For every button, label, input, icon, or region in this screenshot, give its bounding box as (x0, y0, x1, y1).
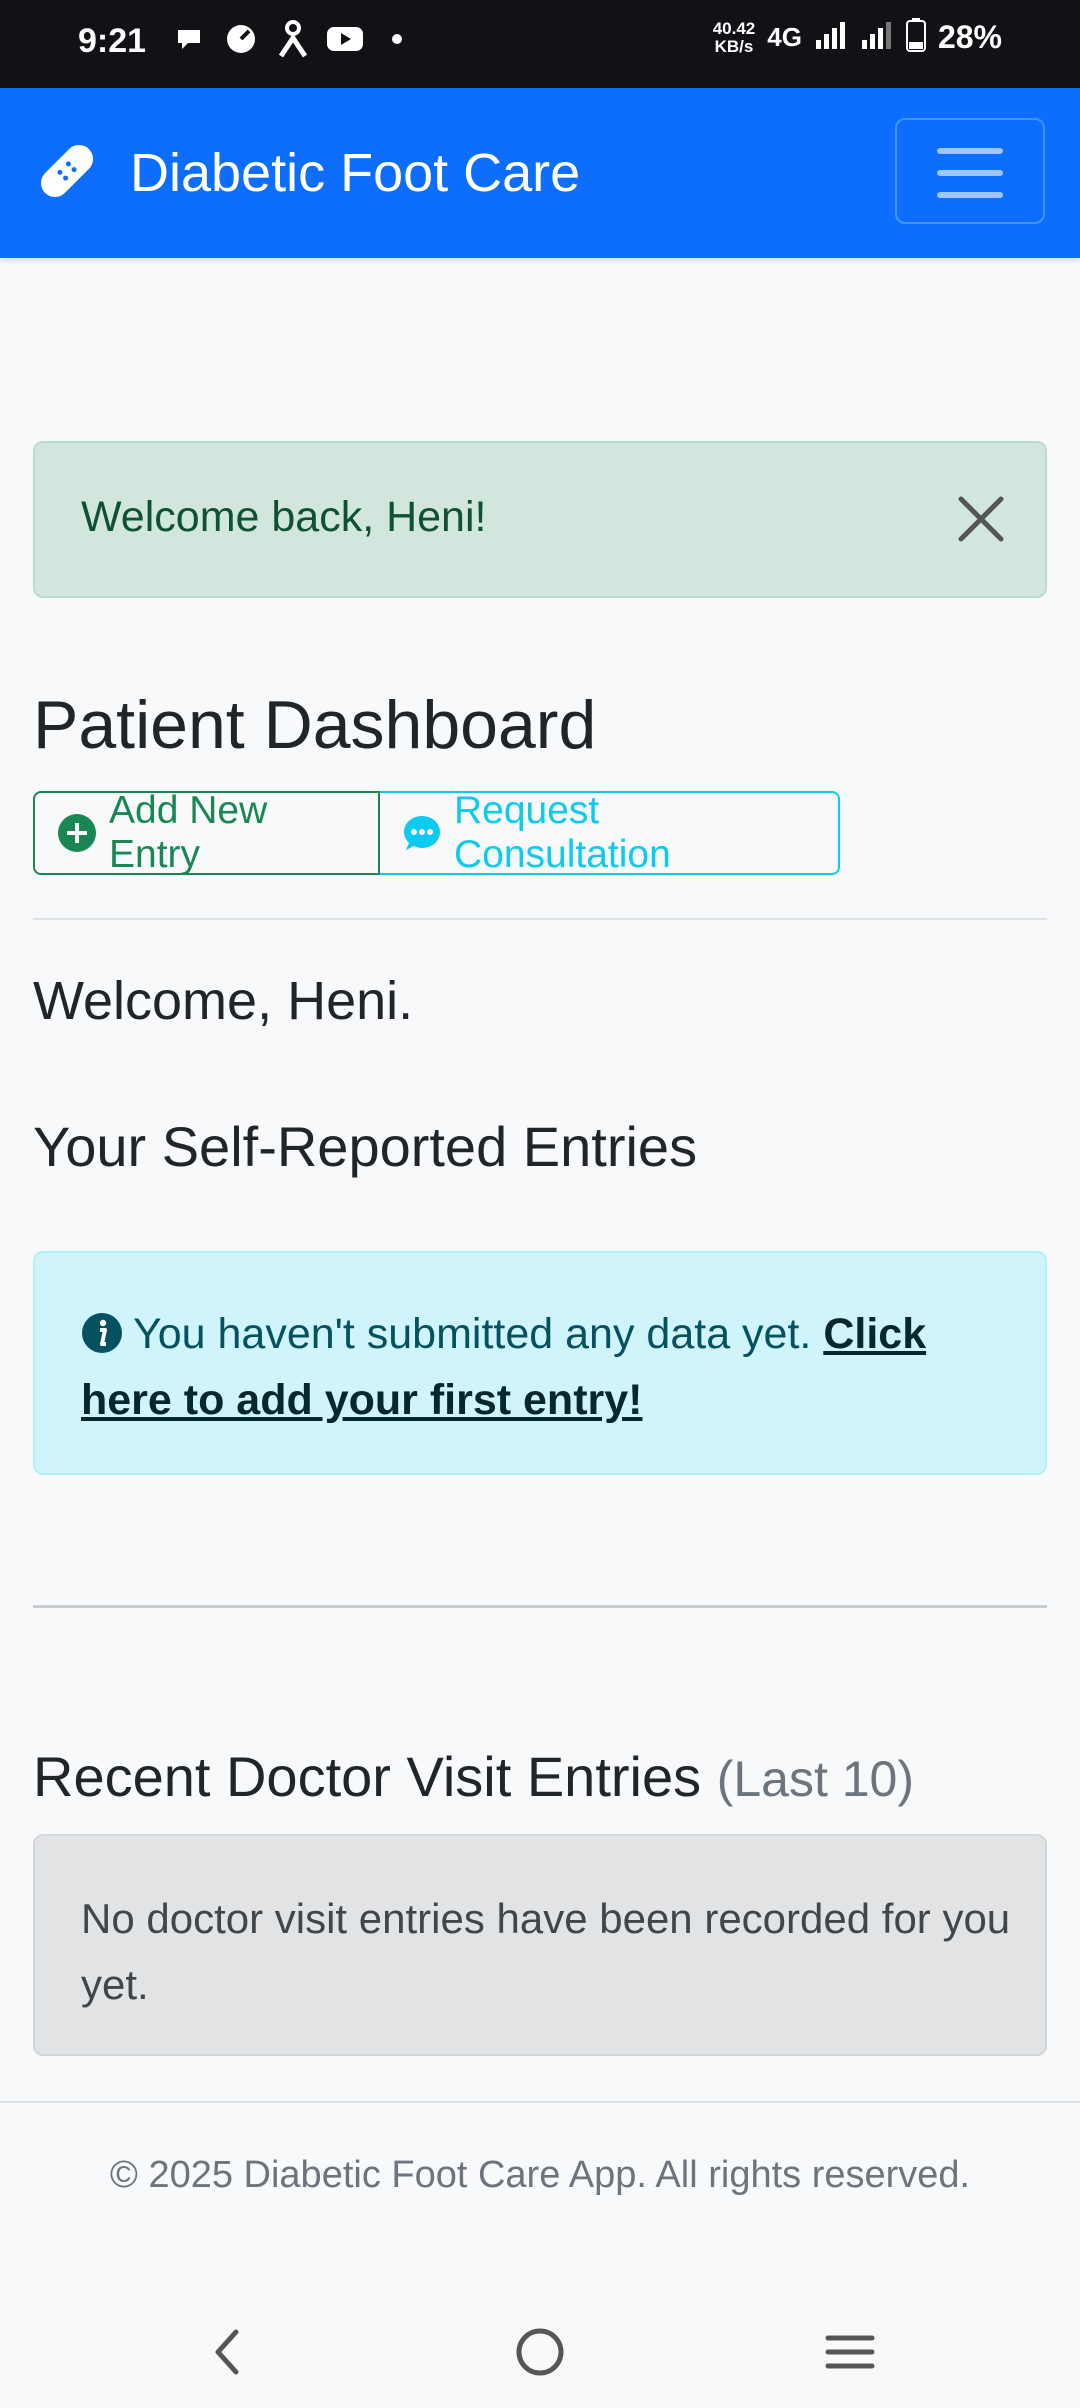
no-doctor-visits-alert: No doctor visit entries have been record… (33, 1834, 1047, 2056)
speed-unit: KB/s (714, 36, 754, 56)
dot-icon (378, 20, 416, 58)
system-navigation-bar (0, 2300, 1080, 2408)
add-new-entry-label: Add New Entry (109, 789, 268, 876)
welcome-alert: Welcome back, Heni! (33, 441, 1047, 598)
network-type: 4G (767, 22, 802, 52)
close-icon[interactable] (955, 493, 1007, 545)
no-data-text: You haven't submitted any data yet. (133, 1310, 812, 1358)
signal-icon (814, 20, 848, 55)
footer-divider (0, 2101, 1080, 2103)
self-reported-heading: Your Self-Reported Entries (33, 1115, 698, 1178)
status-system-icons: 40.42 KB/s 4G 28% (713, 18, 1002, 57)
add-new-entry-button[interactable]: Add New Entry (33, 789, 380, 876)
doctor-visits-title: Recent Doctor Visit Entries (33, 1745, 702, 1808)
welcome-text: Welcome, Heni. (33, 971, 414, 1031)
recent-apps-icon[interactable] (820, 2322, 880, 2382)
person-icon (274, 20, 312, 58)
brand-title[interactable]: Diabetic Foot Care (130, 142, 580, 204)
divider (33, 918, 1047, 920)
doctor-visits-heading: Recent Doctor Visit Entries (Last 10) (33, 1744, 914, 1809)
no-doctor-visits-message: No doctor visit entries have been record… (81, 1895, 1011, 2008)
no-data-alert-body: You haven't submitted any data yet. Clic… (81, 1301, 1001, 1433)
youtube-icon (326, 20, 364, 58)
hamburger-icon-bar (937, 192, 1003, 198)
signal-icon-2 (860, 20, 894, 55)
speed-value: 40.42 (712, 18, 756, 38)
status-bar: 9:21 40.42 KB/s 4G 28% (0, 0, 1080, 88)
chat-bubble-icon (170, 20, 208, 58)
welcome-alert-message: Welcome back, Heni! (81, 493, 487, 541)
plus-circle-icon (57, 813, 97, 853)
speedometer-icon (222, 20, 260, 58)
hamburger-icon-bar (937, 170, 1003, 176)
request-consultation-label: Request Consultation (454, 789, 671, 876)
chat-dots-icon (402, 813, 442, 853)
page-title: Patient Dashboard (33, 687, 597, 763)
status-time: 9:21 (78, 22, 147, 60)
info-circle-icon (81, 1307, 123, 1353)
no-data-alert: You haven't submitted any data yet. Clic… (33, 1251, 1047, 1475)
home-icon[interactable] (510, 2322, 570, 2382)
network-speed: 40.42 KB/s (712, 18, 756, 56)
hamburger-icon (937, 148, 1003, 154)
status-notification-icons (170, 20, 416, 58)
bandage-icon[interactable] (32, 136, 102, 206)
doctor-visits-suffix: (Last 10) (716, 1751, 915, 1807)
top-navbar: Diabetic Foot Care (0, 88, 1080, 258)
menu-toggle-button[interactable] (895, 118, 1045, 224)
request-consultation-button[interactable]: Request Consultation (380, 789, 840, 876)
action-buttons: Add New Entry Request Consultation (33, 789, 840, 876)
footer-copyright: © 2025 Diabetic Foot Care App. All right… (109, 2154, 971, 2196)
back-icon[interactable] (198, 2322, 258, 2382)
battery-percent: 28% (937, 19, 1002, 55)
battery-icon (905, 18, 926, 57)
section-divider (33, 1605, 1047, 1608)
